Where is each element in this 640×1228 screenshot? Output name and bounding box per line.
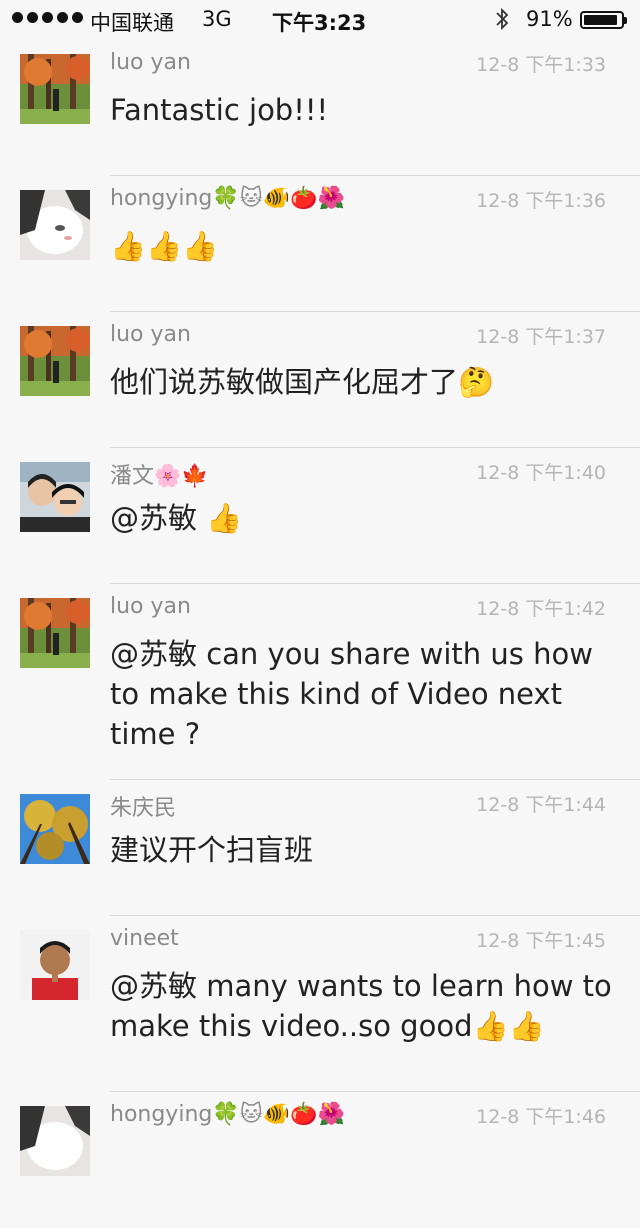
- comment-text: 建议开个扫盲班: [110, 833, 314, 867]
- comment-timestamp: 12-8 下午1:40: [476, 462, 606, 484]
- comment-text: 他们说苏敏做国产化屈才了🤔: [110, 365, 495, 399]
- commenter-name[interactable]: hongying🍀🐱🐠🍅🌺: [110, 1102, 345, 1127]
- comment-timestamp: 12-8 下午1:46: [476, 1106, 606, 1128]
- comment-timestamp: 12-8 下午1:36: [476, 190, 606, 212]
- battery-icon: [580, 11, 627, 29]
- comment-item[interactable]: vineet 12-8 下午1:45 @苏敏 many wants to lea…: [0, 916, 640, 1092]
- comment-timestamp: 12-8 下午1:33: [476, 54, 606, 76]
- comment-item[interactable]: luo yan 12-8 下午1:42 @苏敏 can you share wi…: [0, 584, 640, 780]
- commenter-name[interactable]: hongying🍀🐱🐠🍅🌺: [110, 186, 345, 211]
- comment-item[interactable]: 朱庆民 12-8 下午1:44 建议开个扫盲班: [0, 780, 640, 916]
- avatar[interactable]: [20, 54, 90, 124]
- avatar[interactable]: [20, 326, 90, 396]
- comment-timestamp: 12-8 下午1:42: [476, 598, 606, 620]
- avatar[interactable]: [20, 190, 90, 260]
- commenter-name[interactable]: 朱庆民: [110, 790, 176, 822]
- battery-level: [584, 15, 617, 25]
- comment-item[interactable]: hongying🍀🐱🐠🍅🌺 12-8 下午1:36 👍👍👍: [0, 176, 640, 312]
- avatar[interactable]: [20, 598, 90, 668]
- comment-item[interactable]: luo yan 12-8 下午1:37 他们说苏敏做国产化屈才了🤔: [0, 312, 640, 448]
- comment-timestamp: 12-8 下午1:44: [476, 794, 606, 816]
- avatar[interactable]: [20, 930, 90, 1000]
- comment-text: Fantastic job!!!: [110, 93, 329, 127]
- avatar[interactable]: [20, 1106, 90, 1176]
- commenter-name[interactable]: luo yan: [110, 322, 191, 347]
- commenter-name[interactable]: luo yan: [110, 594, 191, 619]
- comment-text: @苏敏 👍: [110, 501, 243, 535]
- comment-text: @苏敏 can you share with us how to make th…: [110, 637, 593, 751]
- comment-item[interactable]: 潘文🌸🍁 12-8 下午1:40 @苏敏 👍: [0, 448, 640, 584]
- comment-text: @苏敏 many wants to learn how to make this…: [110, 969, 612, 1043]
- signal-strength-icon: [12, 12, 83, 23]
- comment-timestamp: 12-8 下午1:37: [476, 326, 606, 348]
- comment-text: 👍👍👍: [110, 229, 219, 263]
- clock: 下午3:23: [272, 11, 367, 35]
- avatar[interactable]: [20, 794, 90, 864]
- commenter-name[interactable]: 潘文🌸🍁: [110, 458, 209, 490]
- comment-item[interactable]: hongying🍀🐱🐠🍅🌺 12-8 下午1:46: [0, 1092, 640, 1228]
- status-bar: 中国联通 3G 下午3:23 91%: [0, 0, 640, 40]
- avatar[interactable]: [20, 462, 90, 532]
- network-type: 3G: [202, 7, 232, 31]
- comment-timestamp: 12-8 下午1:45: [476, 930, 606, 952]
- comment-item[interactable]: luo yan 12-8 下午1:33 Fantastic job!!!: [0, 40, 640, 176]
- bluetooth-icon: [496, 7, 509, 31]
- commenter-name[interactable]: vineet: [110, 926, 179, 951]
- commenter-name[interactable]: luo yan: [110, 50, 191, 75]
- battery-percentage: 91%: [526, 7, 573, 31]
- carrier-name: 中国联通: [90, 11, 174, 35]
